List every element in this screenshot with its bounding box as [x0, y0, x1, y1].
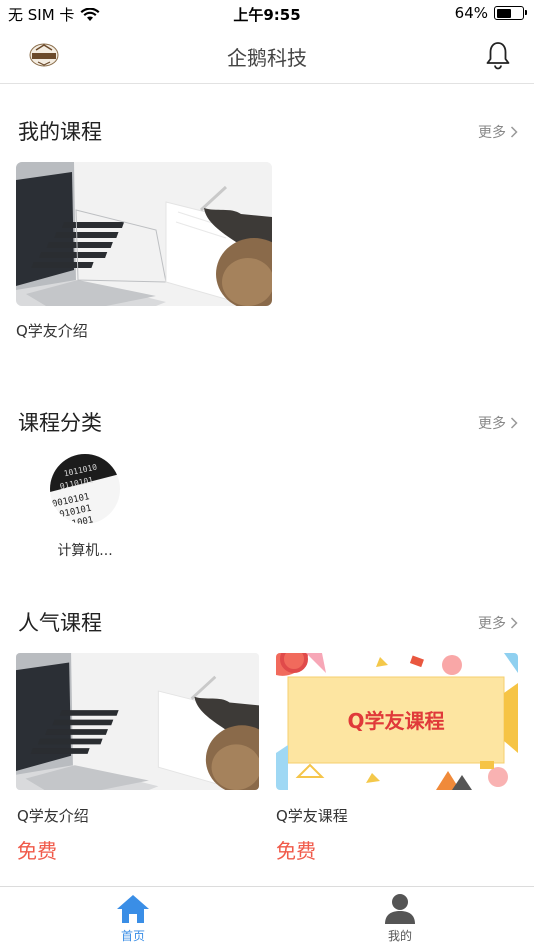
more-label: 更多	[478, 616, 506, 632]
popular-course-thumbnail-banner[interactable]: Q学友课程	[276, 653, 518, 790]
popular-course-title[interactable]: Q学友课程	[276, 805, 348, 826]
battery-percent: 64%	[454, 4, 488, 22]
banner-decoration-image: Q学友课程	[276, 653, 518, 790]
tab-home-label: 首页	[120, 929, 145, 943]
categories-title: 课程分类	[18, 411, 102, 435]
laptop-photo-image	[16, 653, 259, 790]
home-icon	[117, 895, 149, 923]
chevron-right-icon	[510, 617, 518, 629]
battery-icon	[494, 6, 527, 20]
category-computer-icon[interactable]: 0010101 1010101 0101001 1011010 0110101	[50, 454, 120, 524]
binary-code-image: 0010101 1010101 0101001 1011010 0110101	[50, 454, 120, 524]
banner-text: Q学友课程	[347, 709, 444, 733]
course-title[interactable]: Q学友介绍	[16, 320, 88, 341]
chevron-right-icon	[510, 417, 518, 429]
laptop-photo-image	[16, 162, 272, 306]
popular-courses-title: 人气课程	[18, 611, 102, 635]
more-label: 更多	[478, 125, 506, 141]
popular-course-title[interactable]: Q学友介绍	[17, 805, 89, 826]
tab-home[interactable]: 首页	[103, 893, 163, 944]
category-label[interactable]: 计算机...	[50, 540, 120, 560]
tab-mine[interactable]: 我的	[370, 893, 430, 944]
page-title: 企鹅科技	[227, 46, 307, 70]
bell-icon[interactable]	[484, 40, 512, 70]
categories-more-button[interactable]: 更多	[478, 413, 518, 433]
status-bar: 无 SIM 卡 上午9:55 64%	[0, 0, 534, 28]
my-courses-title: 我的课程	[18, 120, 102, 144]
tab-mine-label: 我的	[387, 929, 412, 943]
course-thumbnail-laptop[interactable]	[16, 162, 272, 306]
more-label: 更多	[478, 416, 506, 432]
price-label: 免费	[17, 839, 57, 863]
price-label: 免费	[276, 839, 316, 863]
popular-courses-more-button[interactable]: 更多	[478, 613, 518, 633]
chevron-right-icon	[510, 126, 518, 138]
my-courses-more-button[interactable]: 更多	[478, 122, 518, 142]
person-icon	[385, 894, 415, 924]
tab-bar: 首页 我的	[0, 886, 534, 950]
popular-course-thumbnail-laptop[interactable]	[16, 653, 259, 790]
nav-bar: 企鹅科技	[0, 28, 534, 84]
